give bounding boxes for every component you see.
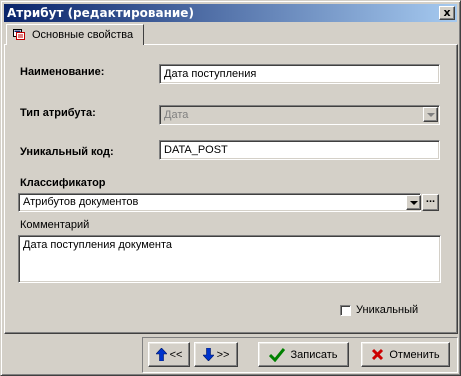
close-button[interactable]: x [439, 6, 455, 20]
arrow-down-icon [202, 348, 214, 361]
unique-checkbox-label[interactable]: Уникальный [356, 304, 418, 316]
classifier-browse-button[interactable]: ... [422, 194, 439, 211]
save-button-label: Записать [290, 348, 338, 361]
code-label: Уникальный код: [20, 146, 114, 158]
dialog-window: Атрибут (редактирование) x Основные свой… [0, 0, 461, 376]
previous-button-label: << [169, 348, 183, 361]
next-button-label: >> [216, 348, 230, 361]
arrow-up-icon [155, 348, 167, 361]
next-button[interactable]: >> [194, 342, 238, 367]
unique-checkbox[interactable] [340, 305, 351, 316]
type-select-value: Дата [164, 109, 189, 121]
close-icon: x [443, 6, 451, 19]
cancel-button-label: Отменить [389, 348, 440, 361]
window-title: Атрибут (редактирование) [7, 6, 194, 20]
checkmark-icon [269, 347, 286, 362]
type-select[interactable]: Дата [159, 105, 440, 125]
code-field[interactable]: DATA_POST [159, 140, 440, 160]
tab-label: Основные свойства [32, 29, 134, 41]
title-bar[interactable]: Атрибут (редактирование) x [4, 4, 457, 22]
more-icon: ... [425, 193, 436, 205]
name-label: Наименование: [20, 66, 105, 78]
cancel-x-icon [372, 348, 384, 361]
type-label: Тип атрибута: [20, 107, 96, 119]
save-button[interactable]: Записать [258, 342, 349, 367]
classifier-label: Классификатор [20, 177, 106, 189]
classifier-select-value: Атрибутов документов [23, 196, 139, 208]
tab-main-properties[interactable]: Основные свойства [6, 24, 144, 45]
cancel-button[interactable]: Отменить [361, 342, 450, 367]
classifier-dropdown-button[interactable] [406, 195, 421, 210]
comment-textarea[interactable]: Дата поступления документа [18, 235, 441, 283]
type-dropdown-button[interactable] [423, 107, 438, 122]
classifier-select[interactable]: Атрибутов документов [18, 193, 421, 212]
properties-icon [13, 29, 25, 40]
previous-button[interactable]: << [148, 342, 190, 367]
name-field[interactable]: Дата поступления [159, 64, 440, 84]
properties-panel [4, 44, 458, 334]
comment-label: Комментарий [20, 219, 90, 231]
